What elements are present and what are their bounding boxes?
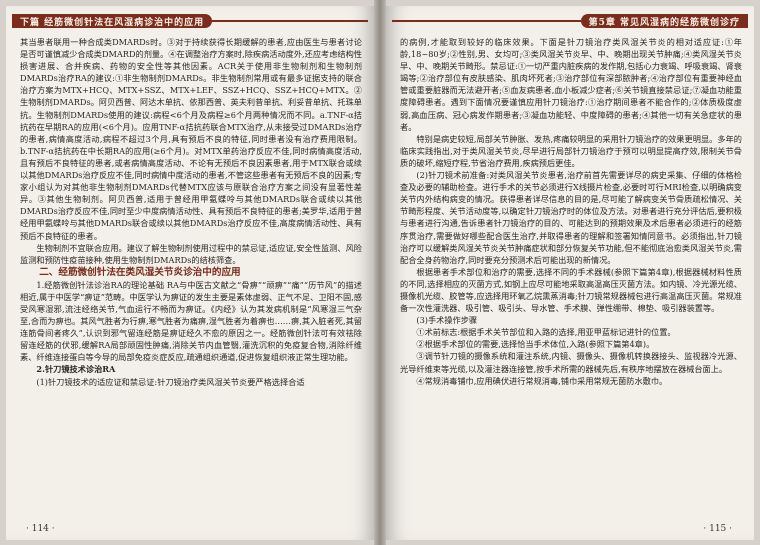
- right-page-number: · 115 ·: [703, 524, 732, 534]
- right-paragraph-2: 特别是病史较短,局部关节肿胀、发热,疼痛较明显的采用针刀镜治疗的效果更明显。多年…: [400, 133, 742, 168]
- right-body: 的病例,才能取到较好的临床效果。下面是针刀镜治疗类风湿关节炎的相对适应证:①年龄…: [400, 36, 742, 514]
- right-header-text: 第5章 常见风湿病的经筋微创诊疗: [580, 14, 748, 28]
- left-body: 其当患者联用一种合成类DMARDs时。③对于持续获得长期缓解的患者,应由医生与患…: [20, 36, 362, 514]
- left-header-text: 下篇 经筋微创针法在风湿病诊治中的应用: [12, 14, 213, 28]
- left-header-rule: [212, 20, 368, 22]
- book-spread: 下篇 经筋微创针法在风湿病诊治中的应用 其当患者联用一种合成类DMARDs时。③…: [0, 0, 760, 545]
- right-paragraph-7: ②根据手术部位的需要,选择恰当手术体位,入路(参照下篇第4章)。: [416, 339, 655, 350]
- left-subheading: 2.针刀镜技术诊治RA: [36, 364, 116, 375]
- left-paragraph-2: 生物制剂不宜联合应用。建议了解生物制剂使用过程中的禁忌证,适应证,安全性监测、风…: [20, 242, 362, 265]
- right-paragraph-5: (3)手术操作步骤: [416, 315, 478, 326]
- right-paragraph-3: (2)针刀镜术前准备:对类风湿关节炎患者,治疗前首先需要详尽的病史采集、仔细的体…: [400, 170, 742, 265]
- right-header-rule: [392, 20, 581, 22]
- left-page-number: · 114 ·: [26, 524, 55, 534]
- left-page: 下篇 经筋微创针法在风湿病诊治中的应用 其当患者联用一种合成类DMARDs时。③…: [6, 6, 374, 540]
- left-section-paragraph: 1.经筋微创针法诊治RA的理论基础 RA与中医古文献之“骨痹”“顽痹”“痛”“历…: [20, 279, 362, 363]
- right-paragraph-9: ④常规消毒铺巾,应用碘伏进行常规消毒,铺巾采用常规无菌防水敷巾。: [416, 375, 668, 386]
- left-running-header: 下篇 经筋微创针法在风湿病诊治中的应用: [12, 14, 368, 28]
- left-last-paragraph: (1)针刀镜技术的适应证和禁忌证:针刀镜治疗类风湿关节炎要严格选择合适: [36, 376, 305, 387]
- right-page: 第5章 常见风湿病的经筋微创诊疗 的病例,才能取到较好的临床效果。下面是针刀镜治…: [386, 6, 754, 540]
- right-paragraph-1: 的病例,才能取到较好的临床效果。下面是针刀镜治疗类风湿关节炎的相对适应证:①年龄…: [400, 37, 742, 132]
- left-paragraph-1: 其当患者联用一种合成类DMARDs时。③对于持续获得长期缓解的患者,应由医生与患…: [20, 37, 362, 241]
- book-gutter: [374, 0, 386, 545]
- right-paragraph-8: ③调节针刀镜的摄像系统和灌注系统,内镜、摄像头、摄像机转换器接头、监视器冷光源、…: [400, 351, 742, 374]
- right-paragraph-6: ①术前标志:根据手术关节部位和入路的选择,用亚甲蓝标记进针的位置。: [416, 327, 676, 338]
- section-title: 二、经筋微创针法在类风湿关节炎诊治中的应用: [39, 266, 241, 278]
- right-paragraph-4: 根据患者手术部位和治疗的需要,选择不同的手术器械(参照下篇第4章),根据器械材料…: [400, 266, 742, 314]
- right-running-header: 第5章 常见风湿病的经筋微创诊疗: [392, 14, 748, 28]
